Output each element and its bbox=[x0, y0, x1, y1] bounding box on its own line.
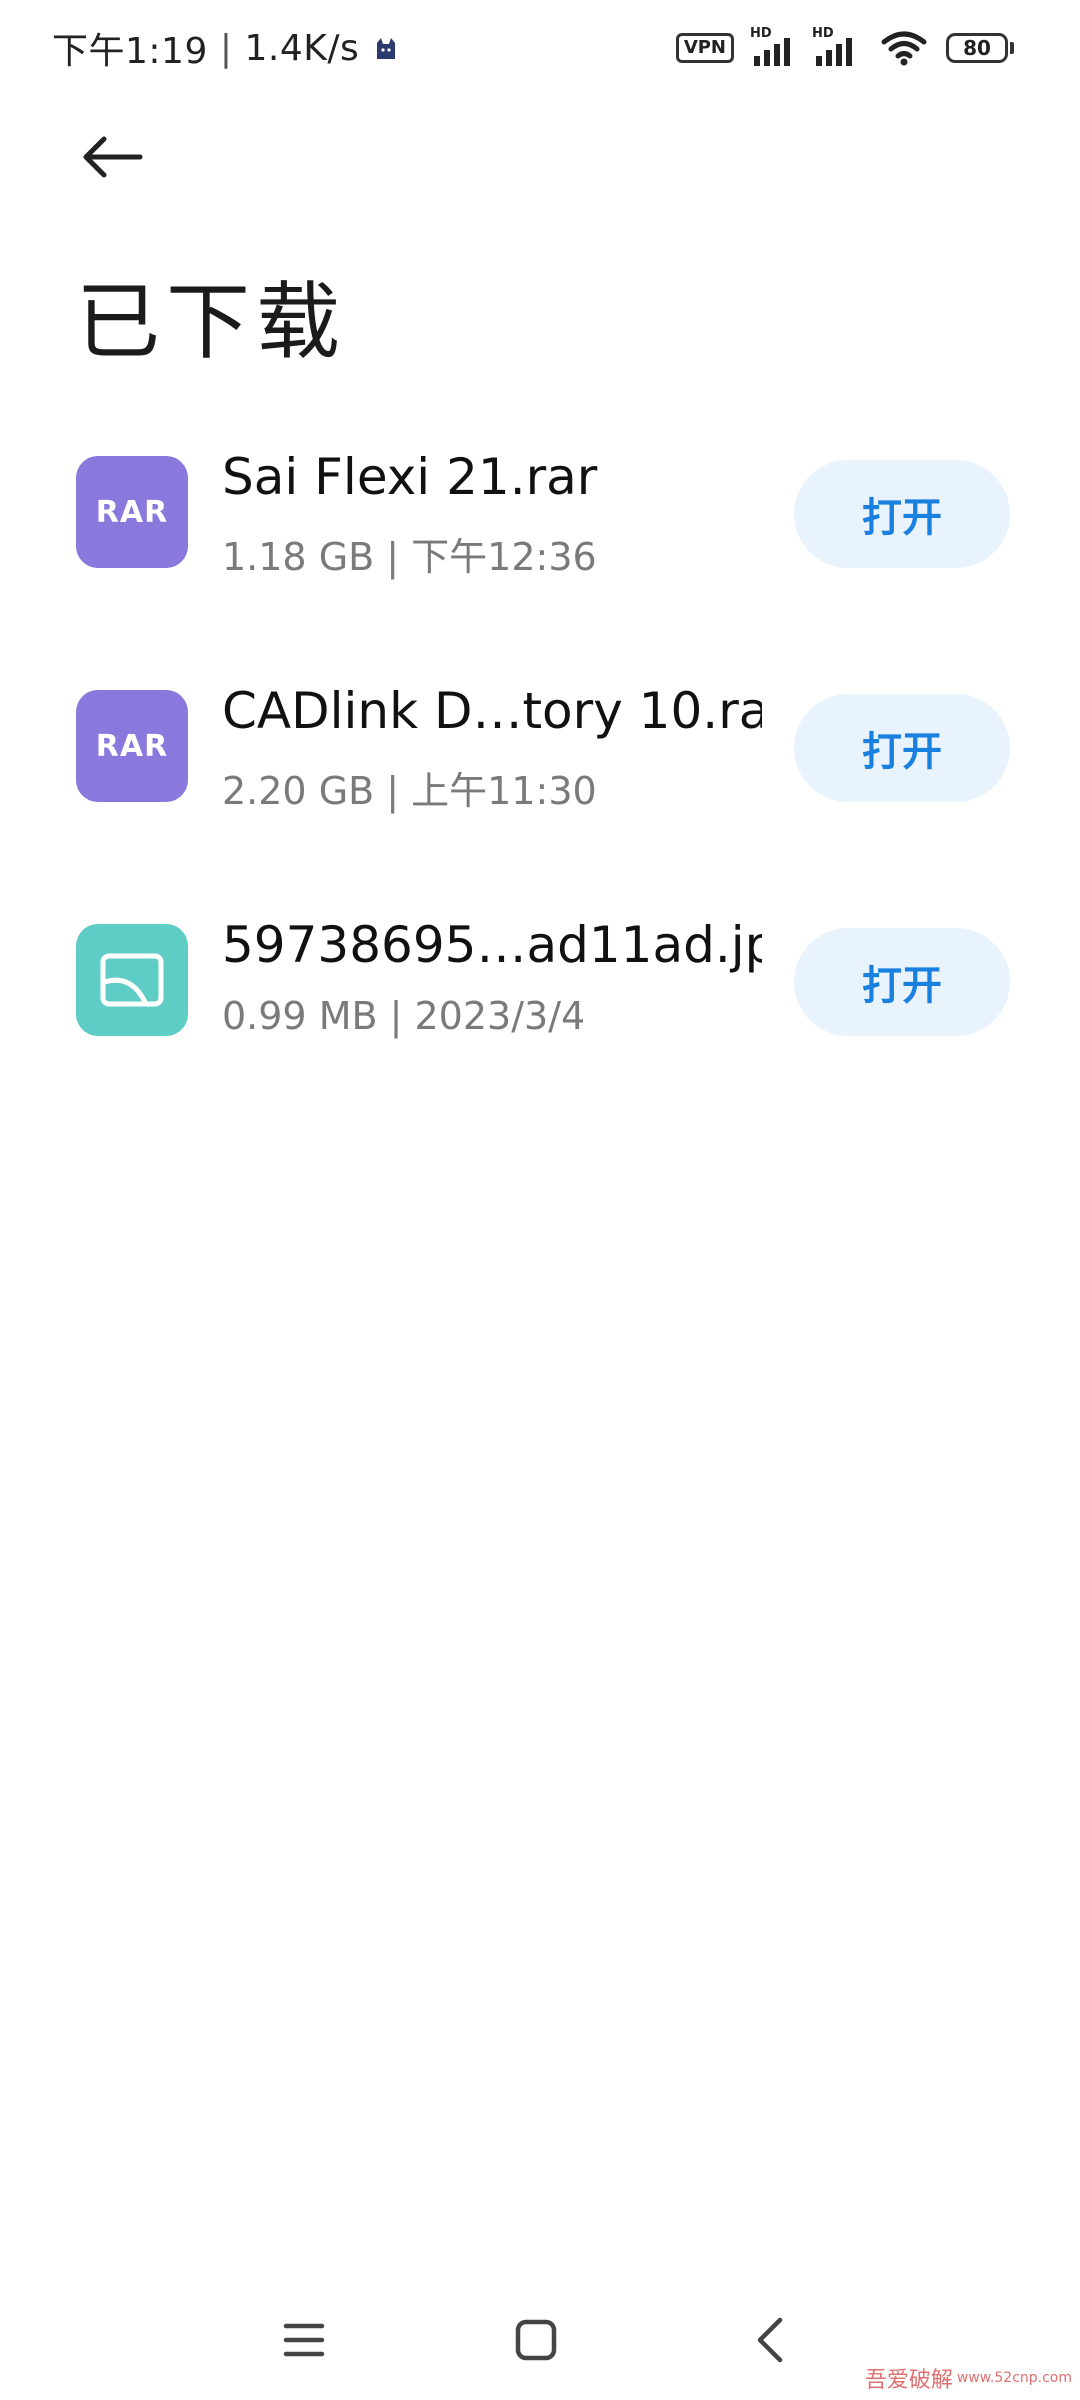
file-meta: 1.18 GB | 下午12:36 bbox=[222, 535, 597, 579]
open-button[interactable]: 打开 bbox=[794, 460, 1010, 568]
open-button[interactable]: 打开 bbox=[794, 928, 1010, 1036]
status-left: 下午1:19 | 1.4K/s bbox=[52, 22, 399, 74]
picture-icon bbox=[100, 953, 164, 1007]
download-item[interactable]: RAR Sai Flexi 21.rar 1.18 GB | 下午12:36 打… bbox=[0, 440, 1080, 674]
download-list: RAR Sai Flexi 21.rar 1.18 GB | 下午12:36 打… bbox=[0, 440, 1080, 1142]
open-button[interactable]: 打开 bbox=[794, 694, 1010, 802]
home-button[interactable] bbox=[496, 2300, 576, 2380]
system-back-button[interactable] bbox=[730, 2300, 810, 2380]
cat-notification-icon bbox=[377, 38, 396, 59]
file-name: 59738695…ad11ad.jpg bbox=[222, 916, 762, 974]
back-button[interactable] bbox=[72, 122, 152, 192]
home-square-icon bbox=[515, 2319, 557, 2361]
file-name: Sai Flexi 21.rar bbox=[222, 448, 598, 506]
wifi-icon bbox=[881, 31, 927, 66]
watermark-url: www.52cnp.com bbox=[956, 2370, 1072, 2386]
battery-icon: 80 bbox=[946, 33, 1014, 63]
rar-archive-icon: RAR bbox=[76, 456, 188, 568]
image-file-icon bbox=[76, 924, 188, 1036]
watermark-text: 吾爱破解 bbox=[864, 2368, 953, 2393]
battery-level: 80 bbox=[963, 36, 991, 60]
file-name: CADlink D…tory 10.rar bbox=[222, 682, 762, 740]
file-meta: 2.20 GB | 上午11:30 bbox=[222, 769, 597, 813]
rar-icon-label: RAR bbox=[95, 494, 169, 530]
chevron-left-icon bbox=[757, 2317, 783, 2363]
status-right: VPN HD HD 80 bbox=[675, 26, 1014, 68]
file-meta: 0.99 MB | 2023/3/4 bbox=[222, 994, 586, 1038]
page-title: 已下载 bbox=[76, 273, 347, 371]
download-item[interactable]: RAR CADlink D…tory 10.rar 2.20 GB | 上午11… bbox=[0, 674, 1080, 908]
status-time: 下午1:19 bbox=[52, 31, 208, 72]
rar-icon-label: RAR bbox=[95, 728, 169, 764]
recent-apps-button[interactable] bbox=[264, 2300, 344, 2380]
download-item[interactable]: 59738695…ad11ad.jpg 0.99 MB | 2023/3/4 打… bbox=[0, 908, 1080, 1142]
signal-strength-icon: HD bbox=[750, 26, 800, 68]
network-speed: 1.4K/s bbox=[244, 27, 360, 69]
arrow-left-icon bbox=[83, 136, 143, 178]
vpn-badge: VPN bbox=[675, 33, 734, 63]
rar-archive-icon: RAR bbox=[76, 690, 188, 802]
signal-strength-icon-2: HD bbox=[812, 26, 862, 68]
watermark: 吾爱破解 www.52cnp.com bbox=[865, 2362, 1072, 2394]
menu-icon bbox=[283, 2323, 325, 2357]
status-separator: | bbox=[219, 27, 233, 69]
downloads-screen: 下午1:19 | 1.4K/s VPN HD HD 80 已下载 RAR Sai… bbox=[0, 0, 1080, 2400]
status-bar: 下午1:19 | 1.4K/s VPN HD HD 80 bbox=[0, 0, 1080, 100]
